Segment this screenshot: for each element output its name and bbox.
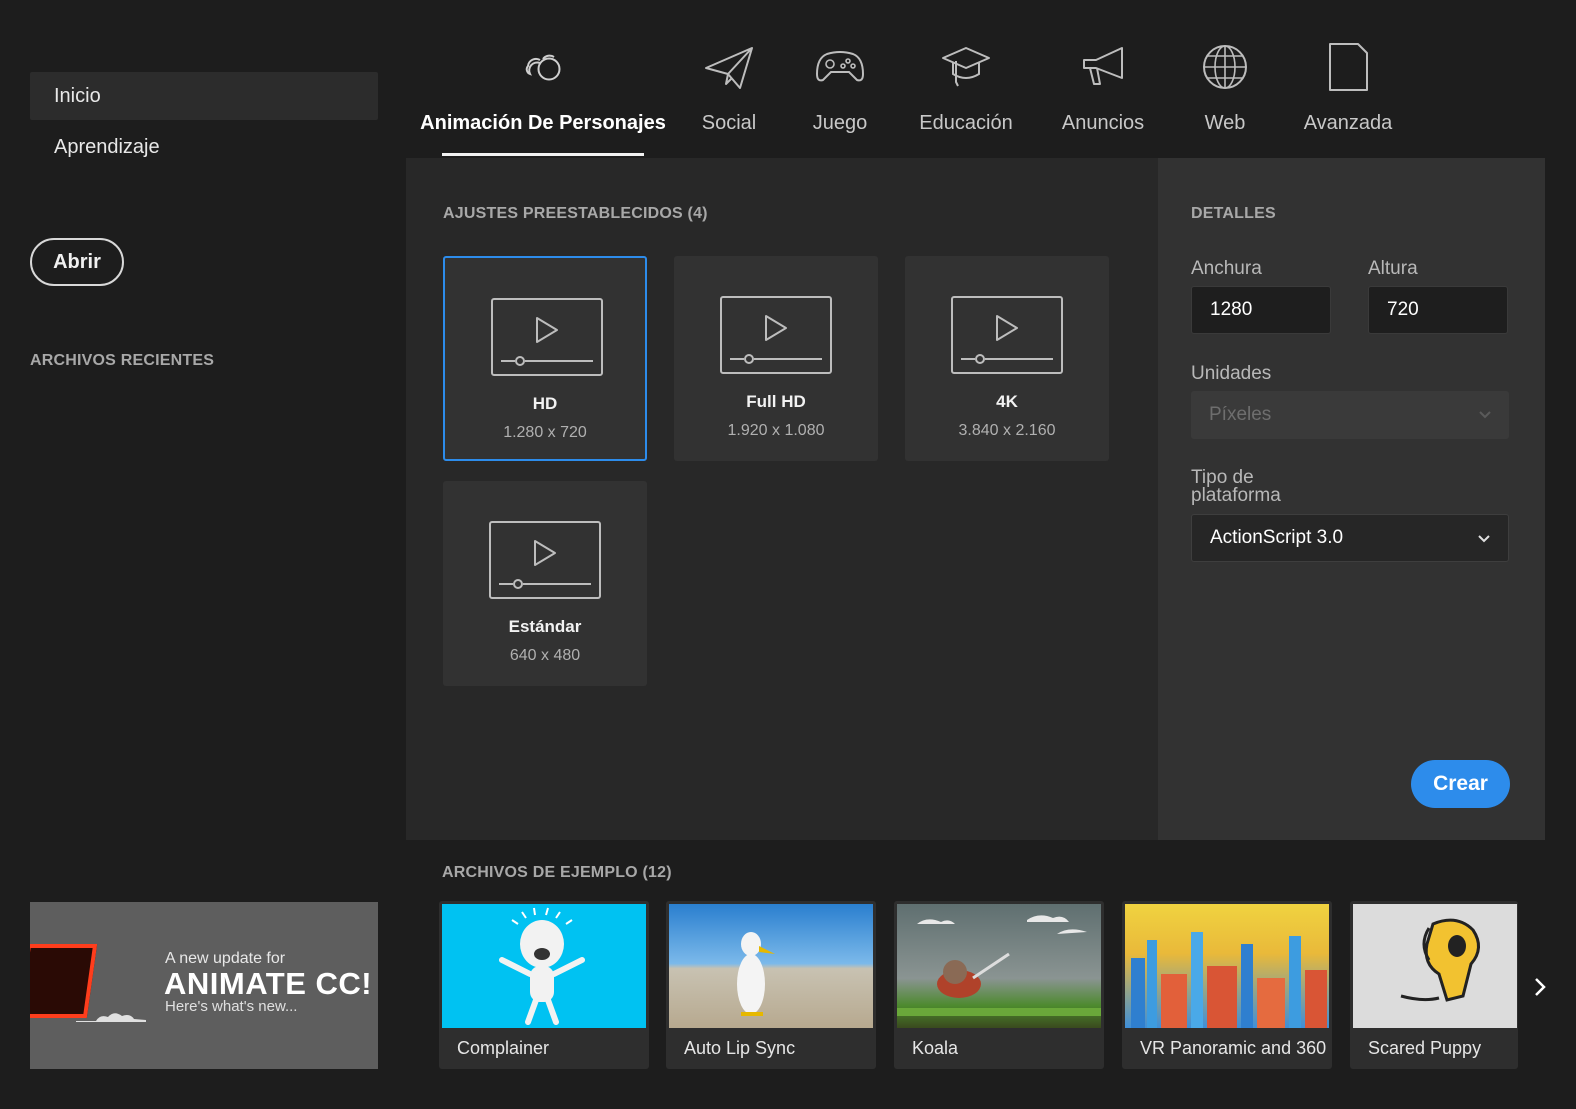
paper-plane-icon [705,47,753,89]
chevron-down-icon [1478,535,1490,543]
recent-files-title: ARCHIVOS RECIENTES [30,352,215,369]
tab-avanzada[interactable]: Avanzada [1304,40,1392,158]
seagull-character-icon [737,932,775,1016]
units-select[interactable]: Píxeles [1191,391,1509,439]
preset-estandar[interactable]: Estándar 640 x 480 [443,481,647,686]
video-preset-icon [489,521,601,599]
tab-label: Web [1204,112,1246,134]
preset-size: 3.840 x 2.160 [958,422,1056,439]
gamepad-icon [815,51,865,82]
create-button[interactable]: Crear [1411,760,1510,808]
sidebar-item-inicio[interactable]: Inicio [30,72,378,120]
update-promo-banner[interactable]: A new update for ANIMATE CC! Here's what… [30,902,378,1069]
preset-size: 1.920 x 1.080 [727,422,825,439]
chevron-down-icon [1479,411,1491,419]
sample-vr-panoramic[interactable]: VR Panoramic and 360 ... [1122,901,1332,1069]
sample-label: Koala [912,1038,959,1058]
preset-name: 4K [996,392,1018,411]
document-icon [1329,43,1368,91]
sample-label: Complainer [457,1038,550,1058]
preset-name: Estándar [508,617,582,636]
sample-thumbnail [669,904,873,1028]
presets-panel: AJUSTES PREESTABLECIDOS (4) HD 1.280 x 7… [406,158,1158,840]
sample-label: Scared Puppy [1368,1038,1482,1058]
open-button[interactable]: Abrir [30,238,124,286]
platform-value: ActionScript 3.0 [1210,527,1344,548]
tab-juego[interactable]: Juego [801,40,879,158]
details-title: DETALLES [1191,205,1276,222]
sample-label: Auto Lip Sync [684,1038,796,1058]
promo-headline: ANIMATE CC! [164,966,373,1001]
tab-label: Educación [919,112,1013,134]
cloud-icon [76,1013,146,1022]
character-animation-icon [525,54,561,81]
sample-scared-puppy[interactable]: Scared Puppy [1350,901,1518,1069]
platform-label: Tipo de plataforma [1191,468,1281,506]
promo-line-3: Here's what's new... [165,998,298,1015]
preset-4k[interactable]: 4K 3.840 x 2.160 [905,256,1109,461]
video-preset-icon [491,298,603,376]
preset-size: 640 x 480 [509,647,581,664]
tab-label: Anuncios [1061,112,1145,134]
details-panel: DETALLES Anchura Altura Unidades Píxeles… [1158,158,1545,840]
sidebar-item-aprendizaje[interactable]: Aprendizaje [30,123,378,171]
platform-select[interactable]: ActionScript 3.0 [1191,514,1509,562]
tab-label: Animación De Personajes [420,112,666,134]
puppy-character-icon [1400,918,1480,1002]
preset-name: Full HD [746,392,806,411]
tab-educacion[interactable]: Educación [919,40,1013,158]
chevron-right-icon[interactable] [1528,972,1554,1002]
preset-size: 1.280 x 720 [503,424,587,441]
video-preset-icon [951,296,1063,374]
width-input[interactable] [1191,286,1331,334]
globe-icon [1203,45,1247,89]
tab-label: Avanzada [1303,112,1393,134]
animate-logo-icon [30,944,98,1018]
preset-hd[interactable]: HD 1.280 x 720 [443,256,647,461]
preset-full-hd[interactable]: Full HD 1.920 x 1.080 [674,256,878,461]
preset-name: HD [532,394,558,413]
sample-label: VR Panoramic and 360 ... [1140,1038,1328,1058]
presets-title: AJUSTES PREESTABLECIDOS (4) [443,205,708,222]
tab-anuncios[interactable]: Anuncios [1061,40,1145,158]
koala-character-icon [897,915,1101,1016]
units-value: Píxeles [1209,404,1272,425]
sample-thumbnail [1125,904,1329,1028]
sample-files-title: ARCHIVOS DE EJEMPLO (12) [442,864,672,881]
tab-web[interactable]: Web [1197,40,1253,158]
video-preset-icon [720,296,832,374]
tab-label: Social [701,112,757,134]
tab-animacion-de-personajes[interactable]: Animación De Personajes [420,40,666,158]
sample-thumbnail [897,904,1101,1028]
sample-thumbnail [442,904,646,1028]
megaphone-icon [1083,47,1123,85]
height-input[interactable] [1368,286,1508,334]
sample-thumbnail [1353,904,1517,1028]
tab-social[interactable]: Social [690,40,768,158]
width-label: Anchura [1191,258,1262,279]
sample-koala[interactable]: Koala [894,901,1104,1069]
units-label: Unidades [1191,363,1272,384]
city-skyline-icon [1131,932,1327,1028]
platform-label-line-2: plataforma [1191,485,1281,506]
active-tab-indicator [442,153,644,156]
tab-label: Juego [812,112,868,134]
graduation-cap-icon [942,47,990,87]
sidebar-item-label: Inicio [54,84,101,107]
height-label: Altura [1368,258,1418,279]
sample-complainer[interactable]: Complainer [439,901,649,1069]
sample-auto-lip-sync[interactable]: Auto Lip Sync [666,901,876,1069]
sidebar-item-label: Aprendizaje [54,135,160,158]
complainer-character-icon [499,907,585,1025]
